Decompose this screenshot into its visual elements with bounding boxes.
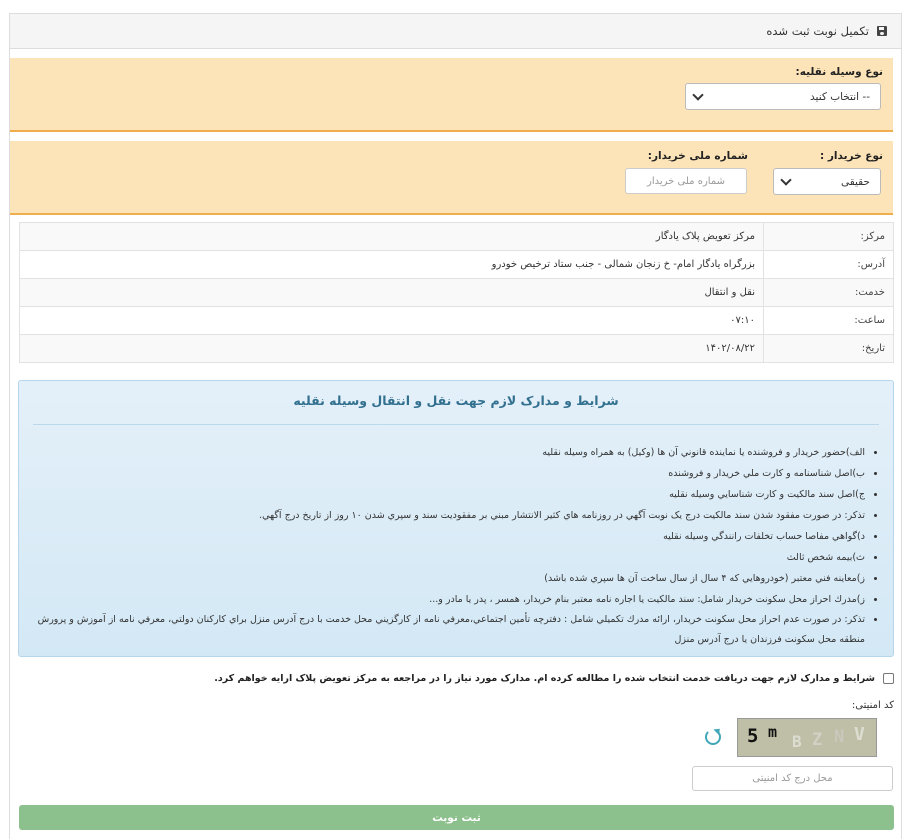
info-value-time: ۰۷:۱۰ bbox=[19, 306, 764, 335]
chevron-down-icon bbox=[780, 173, 792, 186]
list-item: ج)اصل سند مالكيت و كارت شناسايي وسيله نق… bbox=[27, 484, 865, 505]
terms-box: شرایط و مدارک لازم جهت نقل و انتقال وسیل… bbox=[18, 380, 894, 657]
table-row: خدمت: نقل و انتقال bbox=[19, 278, 894, 307]
list-item: ز)معاينه فني معتبر (خودروهايي كه ۴ سال ا… bbox=[27, 568, 865, 589]
table-row: مرکز: مرکز تعویض پلاک یادگار bbox=[19, 222, 894, 251]
captcha-image: 5 m B Z N V bbox=[737, 718, 877, 757]
agreement-row: شرایط و مدارک لازم جهت دریافت خدمت انتخا… bbox=[10, 673, 894, 684]
info-key-address: آدرس: bbox=[763, 250, 894, 279]
list-item: ب)اصل شناسنامه و كارت ملي خريدار و فروشن… bbox=[27, 463, 865, 484]
submit-button[interactable]: ثبت نوبت bbox=[19, 805, 894, 830]
vehicle-type-label: نوع وسیله نقلیه: bbox=[795, 66, 883, 78]
list-item: د)گواهي مفاصا حساب تخلفات رانندگي وسيله … bbox=[27, 526, 865, 547]
buyer-section: نوع خریدار : شماره ملی خریدار: حقیقی bbox=[10, 141, 893, 215]
info-value-date: ۱۴۰۲/۰۸/۲۲ bbox=[19, 334, 764, 363]
info-value-address: بزرگراه یادگار امام- خ زنجان شمالی - جنب… bbox=[19, 250, 764, 279]
buyer-national-id-input[interactable] bbox=[625, 168, 747, 194]
list-item: الف)حضور خريدار و فروشنده يا نماينده قان… bbox=[27, 442, 865, 463]
vehicle-section: نوع وسیله نقلیه: -- انتخاب کنید bbox=[10, 58, 893, 132]
agreement-label: شرایط و مدارک لازم جهت دریافت خدمت انتخا… bbox=[214, 673, 875, 684]
vehicle-type-value: -- انتخاب کنید bbox=[810, 90, 870, 103]
terms-title: شرایط و مدارک لازم جهت نقل و انتقال وسیل… bbox=[293, 393, 619, 408]
info-value-service: نقل و انتقال bbox=[19, 278, 764, 307]
security-code-input[interactable] bbox=[692, 766, 893, 791]
list-item: تذكر: در صورت مفقود شدن سند مالكيت درج ي… bbox=[27, 505, 865, 526]
table-row: ساعت: ۰۷:۱۰ bbox=[19, 306, 894, 335]
agreement-checkbox[interactable] bbox=[883, 673, 894, 684]
terms-divider bbox=[33, 424, 879, 425]
panel-heading: تکمیل نوبت ثبت شده bbox=[10, 14, 901, 49]
list-item: تذكر: در صورت عدم احراز محل سكونت خريدار… bbox=[27, 610, 865, 650]
info-key-center: مرکز: bbox=[763, 222, 894, 251]
save-icon bbox=[877, 26, 887, 36]
buyer-national-id-label: شماره ملی خریدار: bbox=[647, 150, 748, 162]
vehicle-type-select[interactable]: -- انتخاب کنید bbox=[685, 83, 881, 110]
info-key-date: تاریخ: bbox=[763, 334, 894, 363]
chevron-down-icon bbox=[692, 88, 704, 101]
table-row: آدرس: بزرگراه یادگار امام- خ زنجان شمالی… bbox=[19, 250, 894, 279]
list-item: ث)بيمه شخص ثالث bbox=[27, 547, 865, 568]
appointment-info-table: مرکز: مرکز تعویض پلاک یادگار آدرس: بزرگر… bbox=[19, 222, 894, 363]
security-code-label: کد امنیتی: bbox=[851, 700, 894, 711]
refresh-icon[interactable] bbox=[705, 729, 721, 745]
buyer-type-value: حقیقی bbox=[840, 175, 870, 188]
table-row: تاریخ: ۱۴۰۲/۰۸/۲۲ bbox=[19, 334, 894, 363]
list-item: ز)مدرك احراز محل سكونت خريدار شامل: سند … bbox=[27, 589, 865, 610]
buyer-type-label: نوع خریدار : bbox=[820, 150, 883, 162]
info-value-center: مرکز تعویض پلاک یادگار bbox=[19, 222, 764, 251]
buyer-type-select[interactable]: حقیقی bbox=[773, 168, 881, 195]
info-key-time: ساعت: bbox=[763, 306, 894, 335]
terms-list: الف)حضور خريدار و فروشنده يا نماينده قان… bbox=[27, 442, 879, 650]
panel-title: تکمیل نوبت ثبت شده bbox=[766, 24, 869, 38]
info-key-service: خدمت: bbox=[763, 278, 894, 307]
